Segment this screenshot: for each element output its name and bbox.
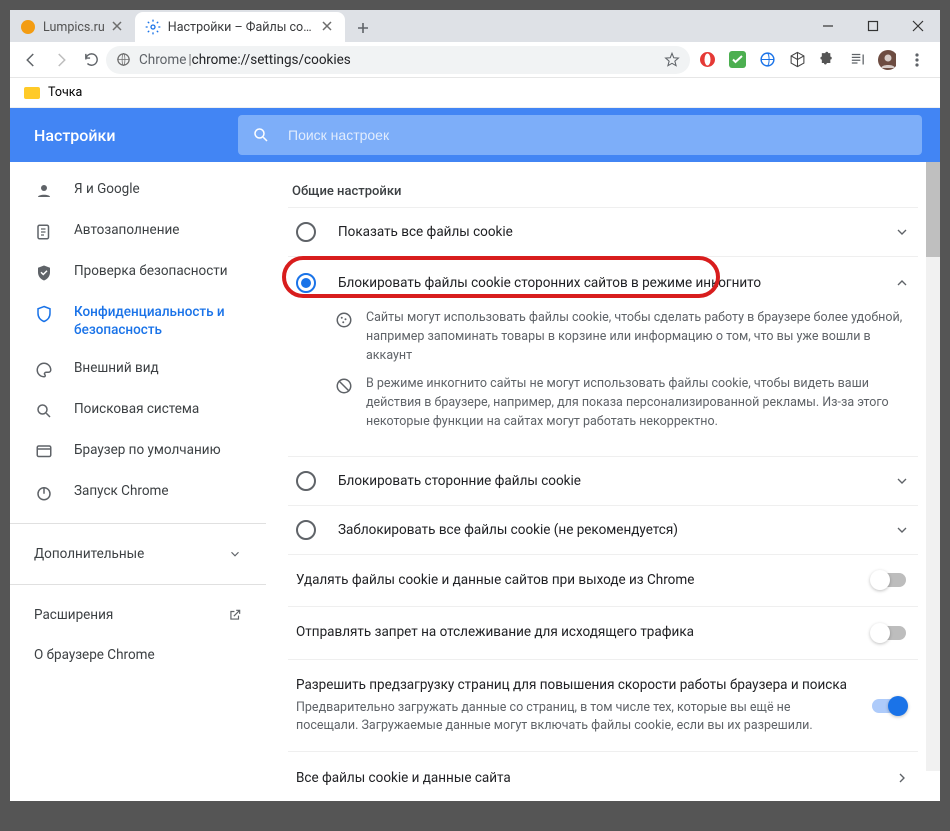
content: Общие настройки Показать все файлы cooki…: [266, 162, 940, 801]
bookmark-item[interactable]: Точка: [48, 85, 82, 100]
toolbar: Chrome | chrome://settings/cookies: [10, 42, 940, 78]
settings-search[interactable]: [238, 115, 922, 155]
back-button[interactable]: [16, 45, 46, 75]
site-info-icon[interactable]: [116, 52, 131, 67]
search-engine-icon: [34, 401, 54, 421]
sidebar-item-safety-check[interactable]: Проверка безопасности: [10, 252, 266, 293]
radio-expanded-details: Сайты могут использовать файлы cookie, ч…: [288, 307, 918, 456]
sidebar-item-on-startup[interactable]: Запуск Chrome: [10, 472, 266, 513]
sidebar-item-default-browser[interactable]: Браузер по умолчанию: [10, 431, 266, 472]
chevron-down-icon[interactable]: [894, 224, 910, 240]
palette-icon: [34, 360, 54, 380]
sidebar-item-privacy[interactable]: Конфиденциальность и безопасность: [10, 293, 266, 349]
chevron-down-icon[interactable]: [894, 473, 910, 489]
chrome-menu-icon[interactable]: [908, 51, 926, 69]
all-cookies-link[interactable]: Все файлы cookie и данные сайта: [288, 751, 918, 801]
close-window-button[interactable]: [895, 10, 940, 42]
sidebar-item-you-and-google[interactable]: Я и Google: [10, 170, 266, 211]
sidebar-divider: [10, 584, 266, 585]
toggle-do-not-track[interactable]: Отправлять запрет на отслеживание для ис…: [288, 606, 918, 659]
sidebar-item-autofill[interactable]: Автозаполнение: [10, 211, 266, 252]
chevron-right-icon: [894, 770, 910, 786]
globe-ext-icon[interactable]: [758, 51, 776, 69]
new-tab-button[interactable]: [349, 14, 377, 42]
sidebar-extensions[interactable]: Расширения: [10, 595, 266, 635]
sidebar-about[interactable]: О браузере Chrome: [10, 635, 266, 675]
person-icon: [34, 181, 54, 201]
window-controls: [805, 10, 940, 42]
folder-icon: [24, 87, 40, 99]
sidebar-advanced[interactable]: Дополнительные: [10, 534, 266, 574]
cube-ext-icon[interactable]: [788, 51, 806, 69]
titlebar: Lumpics.ru Настройки – Файлы cookie и др: [10, 10, 940, 42]
opera-icon[interactable]: [698, 51, 716, 69]
tab-settings[interactable]: Настройки – Файлы cookie и др: [135, 12, 345, 42]
sidebar-item-search-engine[interactable]: Поисковая система: [10, 390, 266, 431]
cookie-icon: [334, 311, 354, 365]
maximize-button[interactable]: [850, 10, 895, 42]
section-title: Общие настройки: [292, 184, 918, 199]
scrollbar-track[interactable]: [926, 162, 940, 771]
omnibox-scheme: Chrome: [139, 52, 186, 68]
browser-icon: [34, 442, 54, 462]
reading-list-icon[interactable]: [848, 51, 866, 69]
forward-button[interactable]: [46, 45, 76, 75]
chevron-down-icon[interactable]: [894, 522, 910, 538]
radio-block-all[interactable]: Заблокировать все файлы cookie (не реком…: [288, 505, 918, 554]
extensions-puzzle-icon[interactable]: [818, 51, 836, 69]
bookmark-star-icon[interactable]: [664, 52, 680, 68]
radio-block-third-party[interactable]: Блокировать сторонние файлы cookie: [288, 456, 918, 505]
toggle-switch[interactable]: [872, 573, 906, 587]
shield-check-icon: [34, 263, 54, 283]
shield-icon: [34, 304, 54, 324]
power-icon: [34, 483, 54, 503]
toggle-preload[interactable]: Разрешить предзагрузку страниц для повыш…: [288, 659, 918, 752]
browser-window: Lumpics.ru Настройки – Файлы cookie и др: [0, 0, 950, 831]
profile-avatar[interactable]: [878, 51, 896, 69]
main: Я и Google Автозаполнение Проверка безоп…: [10, 162, 940, 801]
omnibox[interactable]: Chrome | chrome://settings/cookies: [106, 46, 690, 74]
radio-icon: [296, 273, 316, 293]
favicon-settings: [145, 19, 161, 35]
autofill-icon: [34, 222, 54, 242]
close-icon[interactable]: [321, 20, 335, 34]
radio-block-third-party-incognito[interactable]: Блокировать файлы cookie сторонних сайто…: [288, 256, 918, 307]
radio-icon: [296, 471, 316, 491]
checkmark-icon[interactable]: [728, 51, 746, 69]
radio-allow-all[interactable]: Показать все файлы cookie: [288, 207, 918, 256]
extension-icons: [690, 51, 934, 69]
tab-title: Lumpics.ru: [43, 20, 105, 35]
toggle-switch[interactable]: [872, 626, 906, 640]
minimize-button[interactable]: [805, 10, 850, 42]
chevron-up-icon[interactable]: [894, 275, 910, 291]
open-external-icon: [228, 608, 242, 622]
sidebar-item-appearance[interactable]: Внешний вид: [10, 349, 266, 390]
tab-lumpics[interactable]: Lumpics.ru: [10, 12, 135, 42]
settings-header: Настройки: [10, 108, 940, 162]
omnibox-url: chrome://settings/cookies: [192, 52, 351, 68]
bookmarks-bar: Точка: [10, 78, 940, 108]
scrollbar-thumb[interactable]: [926, 162, 940, 257]
chevron-down-icon: [228, 547, 242, 561]
reload-button[interactable]: [76, 45, 106, 75]
settings-title: Настройки: [10, 126, 238, 145]
close-icon[interactable]: [111, 20, 125, 34]
radio-icon: [296, 222, 316, 242]
sidebar-divider: [10, 523, 266, 524]
block-icon: [334, 377, 354, 431]
sidebar: Я и Google Автозаполнение Проверка безоп…: [10, 162, 266, 801]
toggle-clear-on-exit[interactable]: Удалять файлы cookie и данные сайтов при…: [288, 554, 918, 607]
search-icon: [252, 126, 270, 144]
tab-title: Настройки – Файлы cookie и др: [168, 20, 315, 35]
settings-search-input[interactable]: [286, 126, 908, 144]
favicon-lumpics: [20, 19, 36, 35]
toggle-switch[interactable]: [872, 699, 906, 713]
radio-icon: [296, 520, 316, 540]
